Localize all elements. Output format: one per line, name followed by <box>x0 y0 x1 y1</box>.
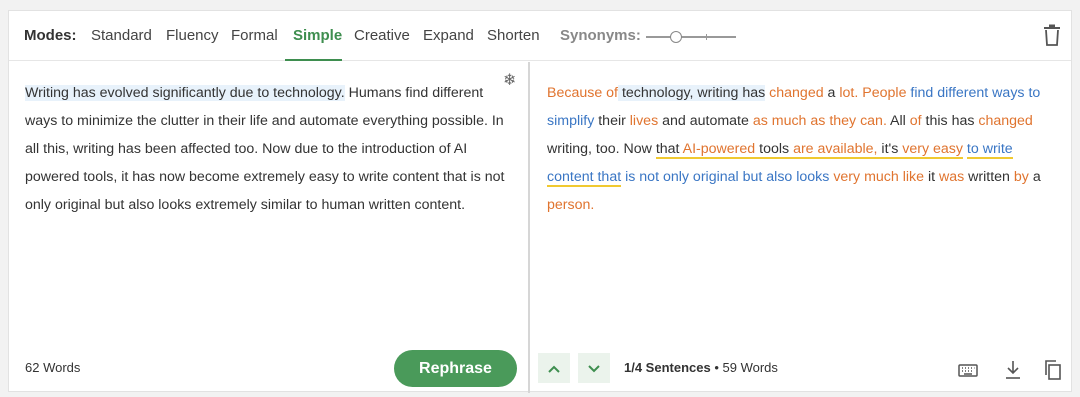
text-segment[interactable]: changed <box>769 85 823 101</box>
text-segment[interactable]: was <box>939 169 964 185</box>
input-text[interactable]: Writing has evolved significantly due to… <box>25 79 505 219</box>
text-segment[interactable]: by <box>1014 169 1029 185</box>
copy-icon[interactable] <box>1042 359 1064 381</box>
sentence-position: 1/4 Sentences <box>624 360 711 375</box>
text-segment[interactable]: as much as they can. <box>753 113 887 129</box>
slider-thumb[interactable] <box>669 31 682 43</box>
text-segment: it <box>924 169 939 185</box>
text-segment[interactable]: changed <box>978 113 1032 129</box>
text-segment[interactable]: lives <box>630 113 658 129</box>
text-segment[interactable]: that <box>655 141 683 159</box>
tab-standard[interactable]: Standard <box>91 27 152 44</box>
active-tab-indicator <box>285 59 342 61</box>
text-segment: writing, too. Now <box>547 141 656 157</box>
text-segment[interactable]: AI-powered <box>682 141 756 159</box>
input-word-count: 62 Words <box>25 360 81 375</box>
text-segment: and automate <box>658 113 753 129</box>
text-segment[interactable]: lot. <box>839 85 858 101</box>
rephrase-button[interactable]: Rephrase <box>394 350 517 387</box>
text-segment[interactable]: of <box>910 113 922 129</box>
freeze-icon[interactable]: ❄ <box>503 70 516 90</box>
input-pane[interactable]: ❄ Writing has evolved significantly due … <box>9 62 528 393</box>
text-segment[interactable]: tools <box>755 141 794 159</box>
text-segment[interactable]: is not only original but also looks <box>625 169 829 185</box>
chevron-up-icon <box>548 365 560 373</box>
next-sentence-button[interactable] <box>578 353 610 383</box>
text-segment: Writing has evolved significantly due to… <box>25 85 345 101</box>
text-segment[interactable]: very much like <box>833 169 924 185</box>
tab-simple[interactable]: Simple <box>293 27 342 44</box>
text-segment: a <box>1028 169 1041 185</box>
sentence-info: 1/4 Sentences • 59 Words <box>624 360 778 375</box>
slider-tick <box>706 34 707 40</box>
text-segment[interactable]: very easy <box>902 141 963 159</box>
text-segment: this has <box>921 113 979 129</box>
tab-creative[interactable]: Creative <box>354 27 410 44</box>
synonyms-slider[interactable] <box>646 31 736 43</box>
paraphraser-card: Modes: Standard Fluency Formal Simple Cr… <box>8 10 1072 393</box>
chevron-down-icon <box>588 365 600 373</box>
tab-formal[interactable]: Formal <box>231 27 278 44</box>
bullet-separator: • <box>714 360 723 375</box>
text-segment: All <box>886 113 910 129</box>
text-segment: technology, writing has <box>618 85 766 101</box>
text-segment[interactable]: it's <box>877 141 903 159</box>
output-word-count: 59 Words <box>722 360 778 375</box>
text-segment[interactable]: are available, <box>793 141 878 159</box>
prev-sentence-button[interactable] <box>538 353 570 383</box>
modes-bar: Modes: Standard Fluency Formal Simple Cr… <box>9 11 1071 61</box>
text-segment[interactable]: People <box>862 85 906 101</box>
keyboard-icon[interactable] <box>957 359 979 381</box>
text-segment: Humans find different ways to minimize t… <box>25 85 505 213</box>
text-segment: their <box>594 113 630 129</box>
modes-label: Modes: <box>24 27 77 44</box>
text-segment[interactable]: Because of <box>547 85 618 101</box>
output-text[interactable]: Because of technology, writing has chang… <box>547 79 1052 219</box>
output-pane: Because of technology, writing has chang… <box>530 62 1071 393</box>
tab-fluency[interactable]: Fluency <box>166 27 219 44</box>
text-segment[interactable]: person. <box>547 197 594 213</box>
synonyms-label: Synonyms: <box>560 27 641 44</box>
text-segment: written <box>964 169 1014 185</box>
text-segment: a <box>823 85 840 101</box>
tab-expand[interactable]: Expand <box>423 27 474 44</box>
trash-icon[interactable] <box>1043 24 1061 46</box>
tab-shorten[interactable]: Shorten <box>487 27 540 44</box>
download-icon[interactable] <box>1002 359 1024 381</box>
